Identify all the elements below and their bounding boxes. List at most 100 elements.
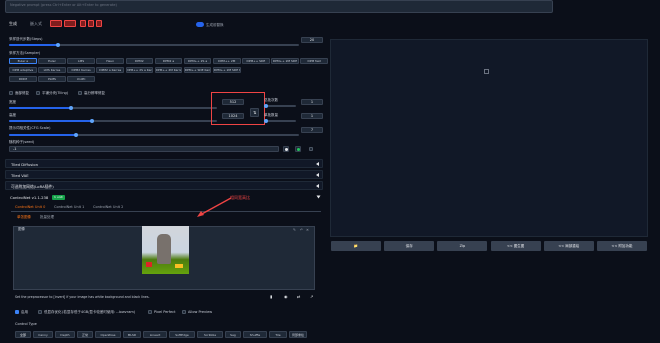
cfg-slider-knob[interactable] bbox=[73, 133, 78, 137]
sampler-option[interactable]: DPM++ 2M SDE Karras bbox=[212, 67, 241, 73]
section-lora[interactable]: 可选附加网络(LoRA插件) bbox=[5, 181, 323, 190]
sampler-option[interactable]: DPM++ 2M Karras bbox=[154, 67, 183, 73]
batch-size-knob[interactable] bbox=[264, 119, 268, 123]
sampler-option[interactable]: DPM++ SDE bbox=[242, 58, 270, 64]
sampler-option[interactable]: DPM adaptive bbox=[9, 67, 37, 73]
sampler-option[interactable]: LMS Karras bbox=[38, 67, 66, 73]
output-action-button[interactable]: 保存 bbox=[384, 241, 435, 251]
control-type-option[interactable]: Seg bbox=[225, 331, 241, 338]
output-action-button[interactable]: << 局部重绘 bbox=[543, 241, 594, 251]
sampler-option[interactable]: DPM++ SDE Karras bbox=[183, 67, 212, 73]
control-type-option[interactable]: Shuffle bbox=[243, 331, 267, 338]
output-action-button[interactable]: 📁 bbox=[331, 241, 382, 251]
negative-prompt-input[interactable]: Negative prompt (press Ctrl+Enter or Alt… bbox=[5, 0, 553, 13]
pixel-perfect-checkbox[interactable] bbox=[148, 310, 152, 314]
flip-icon[interactable]: ⇄ bbox=[297, 294, 300, 299]
steps-value[interactable]: 20 bbox=[301, 37, 323, 43]
tab-extra[interactable] bbox=[88, 20, 94, 27]
edit-icon[interactable]: ✎ bbox=[293, 228, 296, 232]
control-type-option[interactable]: 正常 bbox=[77, 331, 93, 338]
sampler-option[interactable]: DPM fast bbox=[300, 58, 328, 64]
allow-preview-checkbox[interactable] bbox=[182, 310, 186, 314]
sampler-option[interactable]: DPM2 Karras bbox=[67, 67, 95, 73]
control-type-option[interactable]: Tile bbox=[269, 331, 287, 338]
tab-embedding[interactable]: 嵌入式 bbox=[30, 20, 42, 27]
sampler-option[interactable]: DDIM bbox=[9, 76, 37, 82]
new-canvas-icon[interactable]: ▮ bbox=[270, 294, 272, 299]
sampler-option[interactable]: DPM++ 2S a Karras bbox=[125, 67, 154, 73]
sampler-option[interactable]: Euler bbox=[38, 58, 66, 64]
cfg-slider-fill bbox=[9, 134, 76, 136]
section-title: Tiled Diffusion bbox=[11, 162, 39, 167]
control-type-option[interactable]: OpenPose bbox=[95, 331, 121, 338]
steps-slider-fill bbox=[9, 44, 59, 46]
hires-checkbox[interactable] bbox=[78, 91, 82, 95]
batch-count-slider[interactable] bbox=[264, 104, 296, 108]
tab-lora[interactable] bbox=[80, 20, 86, 27]
sampler-option[interactable]: LMS bbox=[67, 58, 95, 64]
output-action-button[interactable]: << 附加功能 bbox=[596, 241, 647, 251]
cn-unit-tab-2[interactable]: ControlNet Unit 2 bbox=[93, 205, 123, 209]
tab-hypernetwork[interactable] bbox=[50, 20, 62, 27]
cn-subtab-batch[interactable]: 批量处理 bbox=[40, 215, 54, 220]
sampler-option[interactable]: Euler a bbox=[9, 58, 37, 64]
control-type-option[interactable]: Lineart bbox=[143, 331, 167, 338]
section-tiled-vae[interactable]: Tiled VAE bbox=[5, 170, 323, 179]
low-vram-checkbox[interactable] bbox=[38, 310, 42, 314]
tiling-checkbox[interactable] bbox=[36, 91, 40, 95]
output-action-button[interactable]: Zip bbox=[437, 241, 488, 251]
reuse-seed-button[interactable] bbox=[295, 146, 301, 152]
enable-checkbox[interactable] bbox=[15, 310, 19, 314]
section-title: ControlNet v1.1.238 bbox=[10, 195, 49, 200]
control-type-option[interactable]: Canny bbox=[33, 331, 53, 338]
control-type-option[interactable]: SoftEdge bbox=[169, 331, 195, 338]
steps-slider-knob[interactable] bbox=[56, 43, 61, 47]
cn-unit-tab-0[interactable]: ControlNet Unit 0 bbox=[15, 205, 45, 209]
sampler-option[interactable]: DPM++ 2M SDE bbox=[271, 58, 299, 64]
width-slider-knob[interactable] bbox=[69, 106, 74, 110]
sampler-option[interactable]: DPM2 a bbox=[154, 58, 183, 64]
sampler-option[interactable]: DPM2 bbox=[125, 58, 154, 64]
replace-toggle[interactable] bbox=[196, 22, 204, 27]
height-slider-knob[interactable] bbox=[90, 119, 95, 123]
batch-size-value[interactable]: 1 bbox=[301, 113, 323, 119]
seed-input[interactable]: -1 bbox=[9, 146, 279, 152]
section-tiled-diffusion[interactable]: Tiled Diffusion bbox=[5, 159, 323, 168]
control-type-option[interactable]: 局部重绘 bbox=[289, 331, 307, 338]
send-size-icon[interactable]: ↗ bbox=[310, 294, 313, 299]
sampler-option[interactable]: PLMS bbox=[38, 76, 66, 82]
height-slider[interactable] bbox=[9, 119, 217, 123]
tab-generate[interactable]: 生成 bbox=[9, 20, 17, 27]
sampler-option[interactable]: UniPC bbox=[67, 76, 95, 82]
output-action-button[interactable]: << 图生图 bbox=[490, 241, 541, 251]
sampler-option[interactable]: Heun bbox=[96, 58, 125, 64]
batch-size-slider[interactable] bbox=[264, 119, 296, 123]
sampler-option[interactable]: DPM2 a Karras bbox=[96, 67, 125, 73]
batch-count-label: 总批次数 bbox=[264, 98, 278, 102]
cn-unit-tab-1[interactable]: ControlNet Unit 1 bbox=[54, 205, 84, 209]
batch-count-value[interactable]: 1 bbox=[301, 99, 323, 105]
control-type-option[interactable]: Depth bbox=[55, 331, 75, 338]
sampler-option[interactable]: DPM++ 2S a bbox=[183, 58, 212, 64]
cfg-slider[interactable] bbox=[9, 133, 299, 137]
steps-slider[interactable] bbox=[9, 43, 299, 47]
sampler-option[interactable]: DPM++ 2M bbox=[212, 58, 241, 64]
tab-refresh[interactable] bbox=[96, 20, 102, 27]
width-slider[interactable] bbox=[9, 106, 217, 110]
cfg-value[interactable]: 7 bbox=[301, 127, 323, 133]
pixel-perfect-label: Pixel Perfect bbox=[154, 310, 176, 314]
section-controlnet[interactable]: ControlNet v1.1.238 1 unit bbox=[5, 193, 323, 202]
restore-faces-checkbox[interactable] bbox=[9, 91, 13, 95]
tab-checkpoints[interactable] bbox=[64, 20, 76, 27]
extra-seed-checkbox[interactable] bbox=[309, 147, 313, 151]
close-icon[interactable]: ✕ bbox=[306, 228, 309, 232]
random-seed-button[interactable] bbox=[283, 146, 289, 152]
control-type-option[interactable]: Scribble bbox=[197, 331, 223, 338]
batch-count-knob[interactable] bbox=[264, 104, 268, 108]
camera-icon[interactable]: ◉ bbox=[284, 294, 288, 299]
undo-icon[interactable]: ↶ bbox=[300, 228, 303, 232]
control-type-option[interactable]: MLSD bbox=[123, 331, 141, 338]
control-type-option[interactable]: 全部 bbox=[15, 331, 31, 338]
cn-subtab-single[interactable]: 单张图像 bbox=[17, 215, 31, 220]
tab-divider bbox=[11, 211, 321, 212]
